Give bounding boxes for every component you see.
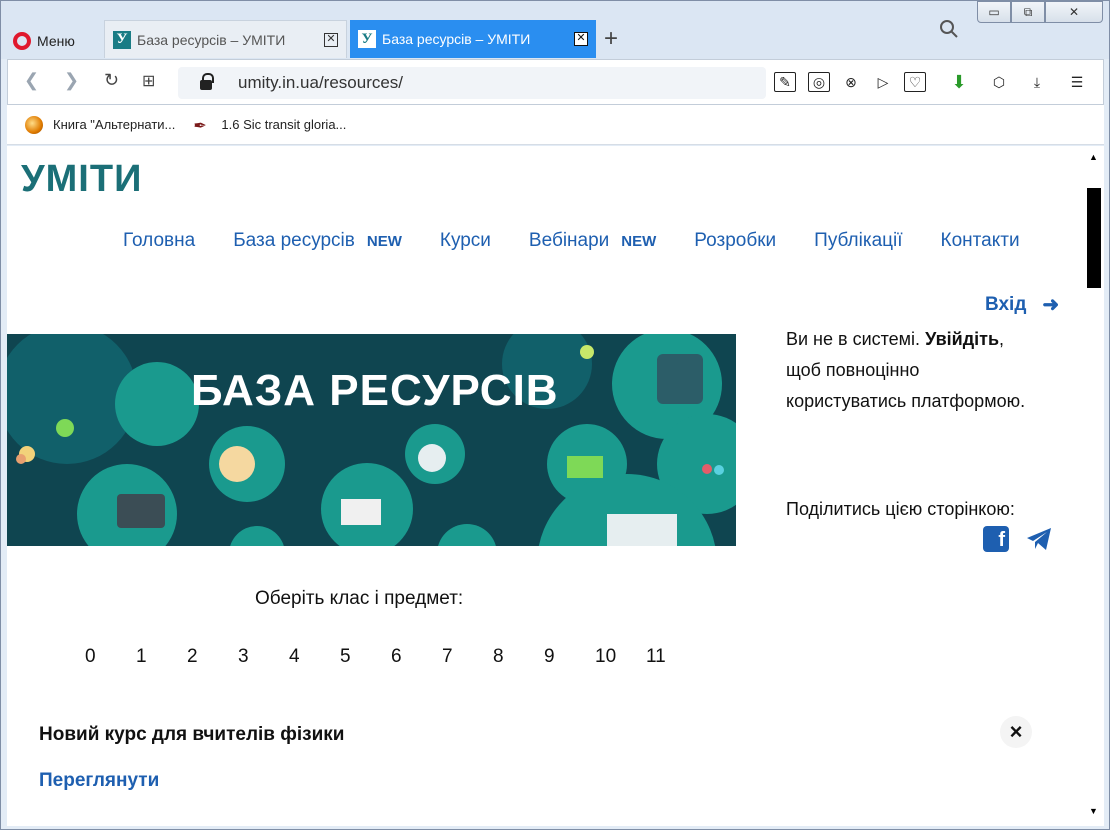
resources-banner: БАЗА РЕСУРСІВ [7, 334, 736, 546]
class-option[interactable]: 9 [544, 646, 595, 668]
scroll-up-icon[interactable]: ▲ [1089, 152, 1098, 162]
orange-ball-icon [25, 115, 43, 134]
site-favicon-icon: У [113, 30, 131, 49]
bookmark-label: Книга "Альтернати... [53, 117, 176, 132]
search-tabs-icon[interactable] [939, 19, 959, 45]
login-link[interactable]: Вхід ➜ [985, 292, 1059, 317]
class-option[interactable]: 6 [391, 646, 442, 668]
class-option[interactable]: 11 [646, 646, 697, 668]
downloads-icon[interactable]: ⤓ [1026, 72, 1048, 92]
address-toolbar: ❮ ❯ ↻ ⊞ umity.in.ua/resources/ ✎ ◎ ⊗ ▷ ♡… [7, 59, 1104, 105]
login-link-inline[interactable]: Увійдіть [925, 329, 999, 349]
tab-strip: Меню У База ресурсів – УМІТИ ✕ У База ре… [1, 1, 1109, 59]
class-option[interactable]: 2 [187, 646, 238, 668]
tab-inactive[interactable]: У База ресурсів – УМІТИ ✕ [104, 20, 347, 58]
site-logo[interactable]: УМІТИ [21, 158, 142, 201]
site-favicon-icon: У [358, 30, 376, 48]
web-page: УМІТИ Головна База ресурсів NEW Курси Веб… [7, 146, 1084, 826]
speed-dial-icon[interactable]: ⊞ [142, 71, 155, 91]
lock-icon [200, 73, 214, 90]
new-badge: NEW [621, 232, 657, 250]
send-icon[interactable]: ▷ [872, 72, 894, 92]
window-maximize-button[interactable]: ⧉ [1011, 1, 1045, 23]
edit-page-icon[interactable]: ✎ [774, 72, 796, 92]
nav-item-home[interactable]: Головна [123, 230, 195, 252]
choose-class-label: Оберіть клас і предмет: [255, 588, 464, 609]
back-icon[interactable]: ❮ [24, 70, 39, 91]
reload-icon[interactable]: ↻ [104, 70, 119, 91]
page-scrollbar[interactable]: ▲ ▼ [1084, 146, 1104, 826]
forward-icon[interactable]: ❯ [64, 70, 79, 91]
class-option[interactable]: 5 [340, 646, 391, 668]
address-bar[interactable]: umity.in.ua/resources/ [178, 67, 766, 99]
nav-label: Розробки [694, 230, 777, 251]
tab-title: База ресурсів – УМІТИ [137, 31, 286, 48]
nav-item-webinars[interactable]: Вебінари NEW [529, 230, 656, 252]
feather-icon: ✒ [193, 117, 207, 135]
snapshot-icon[interactable]: ◎ [808, 72, 830, 92]
new-badge: NEW [366, 232, 402, 250]
share-label: Поділитись цією сторінкою: [786, 499, 1015, 519]
class-option[interactable]: 8 [493, 646, 544, 668]
browser-window: Меню У База ресурсів – УМІТИ ✕ У База ре… [0, 0, 1110, 830]
tab-close-icon[interactable]: ✕ [324, 32, 338, 47]
tab-close-icon[interactable]: ✕ [574, 32, 588, 46]
opera-logo-icon [13, 32, 31, 50]
window-close-button[interactable]: ✕ [1045, 1, 1103, 23]
class-option[interactable]: 0 [85, 646, 136, 668]
banner-title: БАЗА РЕСУРСІВ [191, 366, 559, 415]
tab-title: База ресурсів – УМІТИ [382, 31, 531, 47]
notice-comma: , [999, 329, 1005, 349]
class-selector: 0 1 2 3 4 5 6 7 8 9 10 11 [85, 646, 697, 668]
nav-item-courses[interactable]: Курси [440, 230, 491, 252]
promo-view-link[interactable]: Переглянути [39, 770, 159, 792]
menu-label: Меню [37, 33, 75, 49]
bookmarks-bar: Книга "Альтернати... ✒ 1.6 Sic transit g… [7, 105, 1104, 145]
class-option[interactable]: 1 [136, 646, 187, 668]
login-label: Вхід [985, 293, 1027, 315]
easy-setup-icon[interactable]: ☰ [1066, 72, 1088, 92]
window-minimize-button[interactable]: ▭ [977, 1, 1011, 23]
sign-in-icon: ➜ [1042, 294, 1060, 316]
nav-item-developments[interactable]: Розробки [694, 230, 776, 252]
nav-label: Публікації [814, 230, 903, 251]
notice-text: щоб повноцінно [786, 360, 920, 380]
nav-label: Вебінари [528, 230, 610, 251]
url-text: umity.in.ua/resources/ [238, 73, 404, 92]
nav-item-contacts[interactable]: Контакти [941, 230, 1020, 252]
class-option[interactable]: 3 [238, 646, 289, 668]
promo-title: Новий курс для вчителів фізики [39, 724, 345, 745]
main-nav: Головна База ресурсів NEW Курси Вебінари N… [123, 230, 1020, 252]
adblock-icon[interactable]: ⊗ [840, 72, 862, 92]
telegram-icon[interactable] [1025, 526, 1053, 552]
nav-label: Курси [439, 230, 491, 251]
bookmark-item[interactable]: ✒ 1.6 Sic transit gloria... [193, 116, 347, 135]
class-option[interactable]: 10 [595, 646, 646, 668]
notice-text: користуватись платформою. [786, 391, 1026, 411]
scroll-down-icon[interactable]: ▼ [1089, 806, 1098, 816]
nav-item-publications[interactable]: Публікації [814, 230, 902, 252]
bookmark-label: 1.6 Sic transit gloria... [221, 117, 347, 132]
bookmark-item[interactable]: Книга "Альтернати... [25, 115, 176, 134]
nav-label: Контакти [940, 230, 1020, 251]
new-tab-button[interactable]: + [604, 25, 618, 53]
nav-item-resources[interactable]: База ресурсів NEW [233, 230, 402, 252]
opera-menu-button[interactable]: Меню [13, 27, 75, 55]
nav-label: База ресурсів [233, 230, 355, 251]
class-option[interactable]: 4 [289, 646, 340, 668]
tab-active[interactable]: У База ресурсів – УМІТИ ✕ [350, 20, 596, 58]
download-manager-icon[interactable]: ⬇ [948, 72, 970, 92]
nav-label: Головна [123, 230, 196, 251]
promo-close-button[interactable]: × [1000, 716, 1032, 748]
cube-icon[interactable]: ⬡ [988, 72, 1010, 92]
login-notice: Ви не в системі. Увійдіть, щоб повноцінн… [786, 324, 1076, 417]
class-option[interactable]: 7 [442, 646, 493, 668]
facebook-icon[interactable]: f [983, 526, 1009, 552]
scroll-thumb[interactable] [1087, 188, 1101, 288]
share-icons: f [983, 526, 1053, 552]
notice-text: Ви не в системі. [786, 329, 926, 349]
heart-icon[interactable]: ♡ [904, 72, 926, 92]
